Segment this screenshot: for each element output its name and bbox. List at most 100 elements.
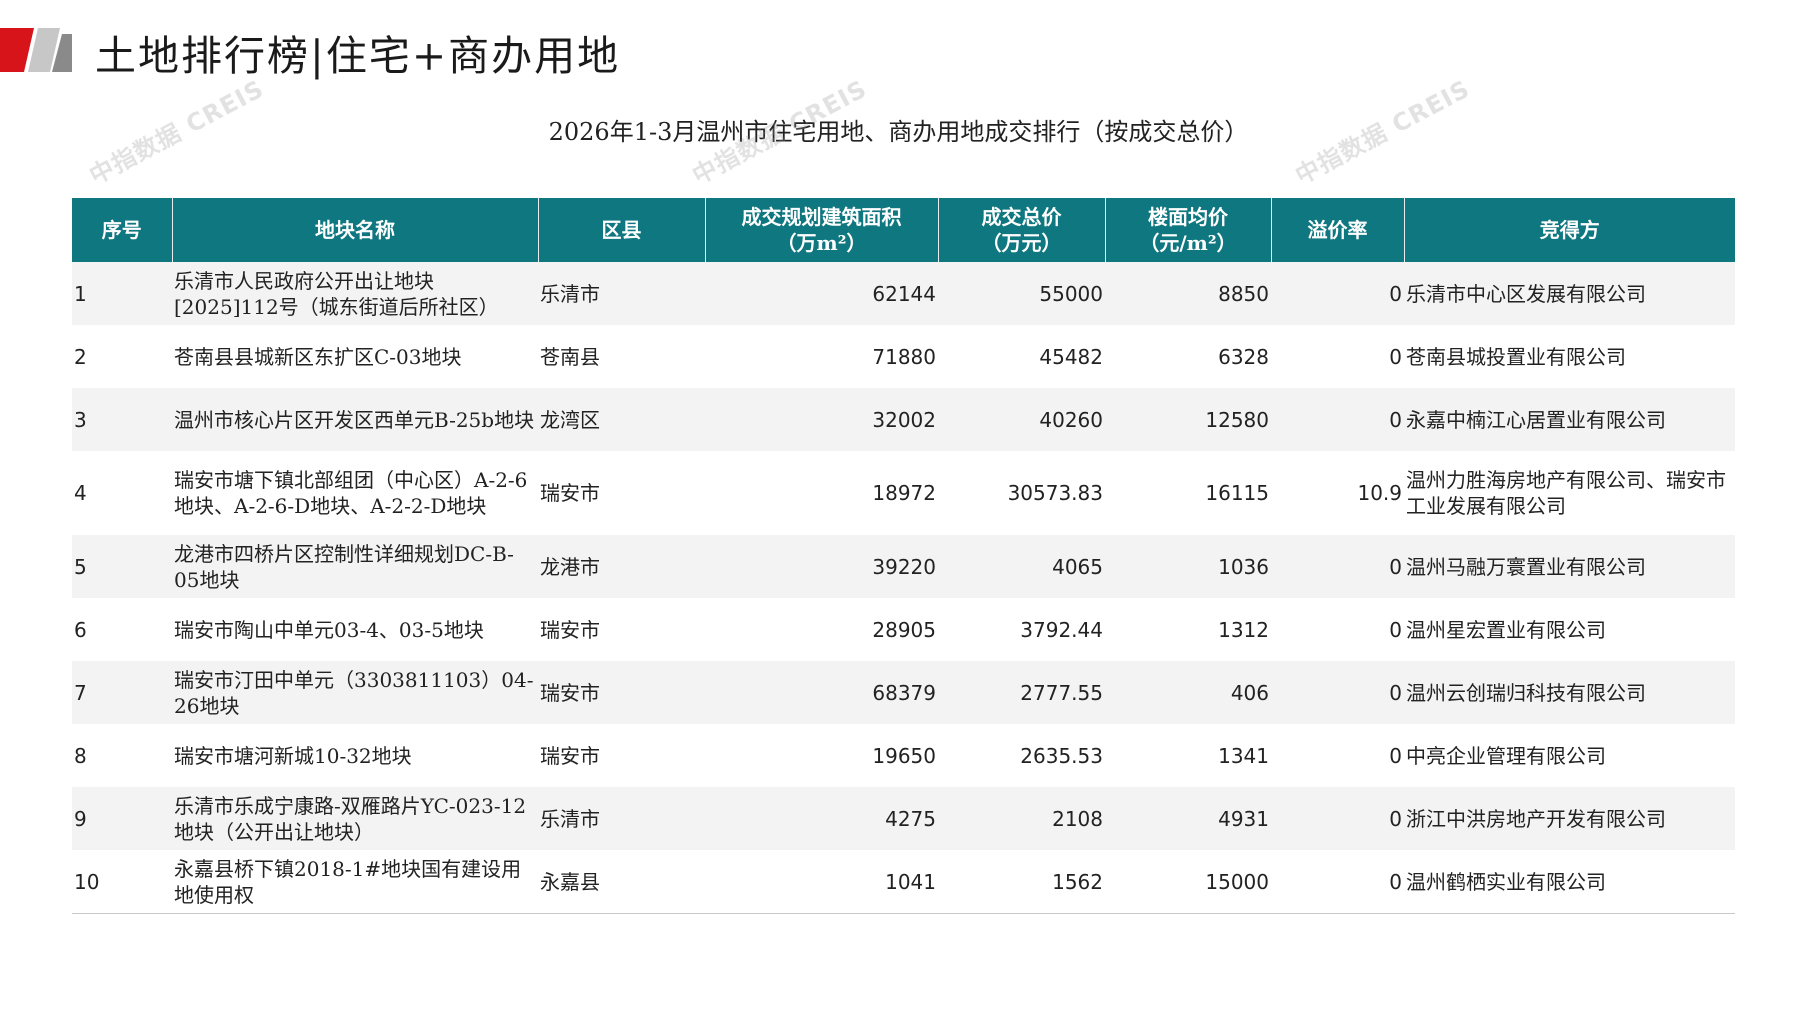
cell-unit-price: 12580: [1105, 388, 1271, 451]
cell-premium: 0: [1271, 661, 1404, 724]
cell-name: 龙港市四桥片区控制性详细规划DC-B-05地块: [172, 535, 538, 598]
cell-unit-price: 16115: [1105, 451, 1271, 535]
col-header-unit-price: 楼面均价 （元/m²）: [1105, 198, 1272, 262]
table-row: 6 瑞安市陶山中单元03-4、03-5地块 瑞安市 28905 3792.44 …: [72, 598, 1735, 661]
cell-total: 1562: [938, 850, 1105, 914]
cell-district: 苍南县: [538, 325, 705, 388]
cell-seq: 4: [72, 451, 172, 535]
cell-area: 18972: [705, 451, 938, 535]
cell-unit-price: 406: [1105, 661, 1271, 724]
cell-total: 2777.55: [938, 661, 1105, 724]
col-header-name: 地块名称: [172, 198, 539, 262]
cell-premium: 0: [1271, 724, 1404, 787]
cell-winner: 温州云创瑞归科技有限公司: [1404, 661, 1735, 724]
cell-winner: 苍南县城投置业有限公司: [1404, 325, 1735, 388]
cell-seq: 5: [72, 535, 172, 598]
table-header-row: 序号 地块名称 区县 成交规划建筑面积 （万m²） 成交总价 （万元） 楼面均价 （元…: [72, 198, 1735, 262]
cell-seq: 9: [72, 787, 172, 850]
cell-seq: 3: [72, 388, 172, 451]
cell-premium: 10.9: [1271, 451, 1404, 535]
cell-area: 62144: [705, 262, 938, 325]
cell-unit-price: 15000: [1105, 850, 1271, 914]
cell-district: 乐清市: [538, 262, 705, 325]
cell-winner: 温州星宏置业有限公司: [1404, 598, 1735, 661]
cell-district: 瑞安市: [538, 724, 705, 787]
cell-area: 28905: [705, 598, 938, 661]
cell-unit-price: 1036: [1105, 535, 1271, 598]
cell-area: 4275: [705, 787, 938, 850]
cell-total: 2635.53: [938, 724, 1105, 787]
cell-seq: 8: [72, 724, 172, 787]
cell-name: 温州市核心片区开发区西单元B-25b地块: [172, 388, 538, 451]
cell-winner: 永嘉中楠江心居置业有限公司: [1404, 388, 1735, 451]
cell-district: 龙湾区: [538, 388, 705, 451]
cell-area: 39220: [705, 535, 938, 598]
cell-district: 乐清市: [538, 787, 705, 850]
table-title: 2026年1-3月温州市住宅用地、商办用地成交排行（按成交总价）: [548, 118, 1249, 146]
cell-winner: 乐清市中心区发展有限公司: [1404, 262, 1735, 325]
cell-area: 68379: [705, 661, 938, 724]
cell-premium: 0: [1271, 262, 1404, 325]
table-row: 7 瑞安市汀田中单元（3303811103）04-26地块 瑞安市 68379 …: [72, 661, 1735, 724]
cell-district: 瑞安市: [538, 451, 705, 535]
cell-premium: 0: [1271, 325, 1404, 388]
col-header-total: 成交总价 （万元）: [938, 198, 1106, 262]
cell-premium: 0: [1271, 388, 1404, 451]
cell-unit-price: 1312: [1105, 598, 1271, 661]
col-header-district: 区县: [538, 198, 706, 262]
cell-total: 3792.44: [938, 598, 1105, 661]
cell-unit-price: 6328: [1105, 325, 1271, 388]
cell-winner: 浙江中洪房地产开发有限公司: [1404, 787, 1735, 850]
cell-unit-price: 1341: [1105, 724, 1271, 787]
cell-name: 瑞安市塘下镇北部组团（中心区）A-2-6地块、A-2-6-D地块、A-2-2-D…: [172, 451, 538, 535]
cell-area: 71880: [705, 325, 938, 388]
page-title: 土地排行榜|住宅+商办用地: [95, 32, 621, 80]
cell-total: 40260: [938, 388, 1105, 451]
table-row: 1 乐清市人民政府公开出让地块[2025]112号（城东街道后所社区） 乐清市 …: [72, 262, 1735, 325]
col-header-winner: 竞得方: [1404, 198, 1735, 262]
cell-area: 1041: [705, 850, 938, 914]
cell-name: 乐清市人民政府公开出让地块[2025]112号（城东街道后所社区）: [172, 262, 538, 325]
col-header-area: 成交规划建筑面积 （万m²）: [705, 198, 939, 262]
cell-unit-price: 4931: [1105, 787, 1271, 850]
cell-seq: 6: [72, 598, 172, 661]
cell-premium: 0: [1271, 850, 1404, 914]
cell-winner: 温州鹤栖实业有限公司: [1404, 850, 1735, 914]
cell-total: 45482: [938, 325, 1105, 388]
cell-unit-price: 8850: [1105, 262, 1271, 325]
cell-name: 苍南县县城新区东扩区C-03地块: [172, 325, 538, 388]
table-row: 9 乐清市乐成宁康路-双雁路片YC-023-12地块（公开出让地块） 乐清市 4…: [72, 787, 1735, 850]
cell-seq: 10: [72, 850, 172, 914]
brand-logo-shape: [0, 28, 72, 72]
cell-district: 瑞安市: [538, 598, 705, 661]
cell-total: 30573.83: [938, 451, 1105, 535]
cell-name: 乐清市乐成宁康路-双雁路片YC-023-12地块（公开出让地块）: [172, 787, 538, 850]
cell-winner: 温州马融万寰置业有限公司: [1404, 535, 1735, 598]
cell-seq: 1: [72, 262, 172, 325]
cell-total: 55000: [938, 262, 1105, 325]
cell-district: 龙港市: [538, 535, 705, 598]
table-row: 5 龙港市四桥片区控制性详细规划DC-B-05地块 龙港市 39220 4065…: [72, 535, 1735, 598]
cell-name: 永嘉县桥下镇2018-1#地块国有建设用地使用权: [172, 850, 538, 914]
table-row: 4 瑞安市塘下镇北部组团（中心区）A-2-6地块、A-2-6-D地块、A-2-2…: [72, 451, 1735, 535]
cell-premium: 0: [1271, 535, 1404, 598]
cell-winner: 温州力胜海房地产有限公司、瑞安市工业发展有限公司: [1404, 451, 1735, 535]
land-ranking-table: 序号 地块名称 区县 成交规划建筑面积 （万m²） 成交总价 （万元） 楼面均价 （元…: [72, 198, 1735, 914]
table-row: 2 苍南县县城新区东扩区C-03地块 苍南县 71880 45482 6328 …: [72, 325, 1735, 388]
table-row: 3 温州市核心片区开发区西单元B-25b地块 龙湾区 32002 40260 1…: [72, 388, 1735, 451]
cell-seq: 7: [72, 661, 172, 724]
cell-total: 4065: [938, 535, 1105, 598]
cell-name: 瑞安市塘河新城10-32地块: [172, 724, 538, 787]
cell-area: 19650: [705, 724, 938, 787]
cell-premium: 0: [1271, 598, 1404, 661]
col-header-seq: 序号: [72, 198, 173, 262]
cell-seq: 2: [72, 325, 172, 388]
cell-district: 永嘉县: [538, 850, 705, 914]
cell-total: 2108: [938, 787, 1105, 850]
cell-area: 32002: [705, 388, 938, 451]
cell-premium: 0: [1271, 787, 1404, 850]
table-row: 10 永嘉县桥下镇2018-1#地块国有建设用地使用权 永嘉县 1041 156…: [72, 850, 1735, 914]
col-header-premium: 溢价率: [1271, 198, 1405, 262]
cell-name: 瑞安市汀田中单元（3303811103）04-26地块: [172, 661, 538, 724]
cell-district: 瑞安市: [538, 661, 705, 724]
